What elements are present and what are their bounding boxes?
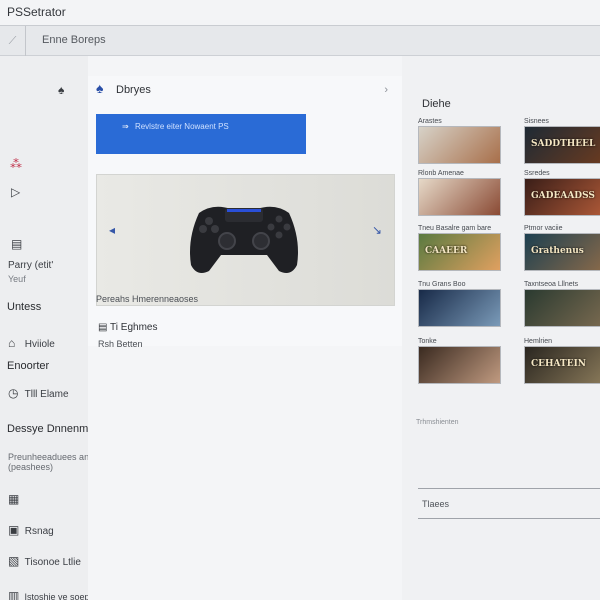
document-icon: ▥ — [8, 589, 20, 600]
feature-title[interactable]: ▤ Ti Eghmes — [98, 322, 157, 333]
sidebar-item-user[interactable]: ▣ Rsnag — [8, 523, 54, 537]
thumbnail-title: CAAEER — [425, 246, 468, 256]
arrow-left-icon[interactable]: ◂ — [109, 223, 115, 237]
sidebar-item-label: Parry (etit' — [8, 260, 54, 271]
sidebar-item-label: Rsnag — [24, 526, 54, 537]
section-caption: Pereahs Hmerenneaoses — [96, 294, 199, 304]
link-icon[interactable]: ⟋ — [0, 26, 26, 56]
user-icon: ▣ — [8, 523, 20, 537]
game-thumbnail[interactable]: Grathenus — [524, 233, 600, 271]
chevron-right-icon[interactable]: › — [384, 84, 388, 96]
controller-image — [190, 206, 298, 273]
panel-title: Dbryes — [116, 84, 151, 96]
section-title: Diehe — [422, 98, 451, 110]
game-thumbnail[interactable] — [418, 346, 501, 384]
game-icon[interactable]: ⁂ — [10, 157, 24, 171]
address-bar[interactable]: ⟋ Enne Boreps — [0, 26, 600, 56]
banner-arrow-icon: ⇒ — [122, 122, 129, 131]
thumbnail-label: Hemlrien — [524, 338, 553, 345]
library-icon: ▧ — [8, 554, 20, 568]
sidebar-item-time[interactable]: ◷ Tlll Elame — [8, 386, 69, 400]
game-thumbnail[interactable]: CAAEER — [418, 233, 501, 271]
thumbnail-title: Grathenus — [531, 246, 584, 256]
sidebar-item-library[interactable]: ▧ Tisonoe Ltlie — [8, 554, 81, 568]
right-panel: Diehe Arastes Sisnees SADDTHEEL Rlonb Amena… — [402, 56, 600, 600]
thumbnail-label: Taxntseoa Lllnets — [524, 281, 579, 288]
footer-label: Tlaees — [422, 499, 450, 509]
controller-hero[interactable]: ◂ ↘ — [96, 174, 395, 306]
thumbnail-title: SADDTHEEL — [531, 139, 596, 149]
sidebar-item-label: Tlll Elame — [24, 389, 69, 400]
main-content: ♠ Dbryes › ⇒ Revlstre eiter Nowaent PS ◂… — [88, 56, 402, 600]
sidebar-item-sublabel: Yeuf — [8, 274, 26, 284]
window-title: PSSetrator — [7, 5, 66, 19]
thumbnail-label: Rlonb Amenae — [418, 170, 464, 177]
thumbnail-label: Ssredes — [524, 170, 550, 177]
playstation-panel: ♠ Dbryes › ⇒ Revlstre eiter Nowaent PS ◂… — [88, 76, 402, 346]
playstation-logo-icon: ♠ — [96, 80, 104, 96]
promo-banner[interactable]: ⇒ Revlstre eiter Nowaent PS — [96, 114, 306, 154]
list-icon: ▤ — [98, 322, 111, 333]
sidebar-item-home[interactable]: ⌂ Hviiole — [8, 336, 55, 350]
thumbnail-title: GADEAADSS — [531, 191, 595, 201]
thumbnail-label: Arastes — [418, 118, 442, 125]
game-thumbnail[interactable] — [418, 289, 501, 327]
divider — [418, 518, 600, 519]
window-titlebar: PSSetrator — [0, 0, 600, 26]
game-thumbnail[interactable]: GADEAADSS — [524, 178, 600, 216]
thumbnail-title: CEHATEIN — [531, 359, 587, 369]
sidebar: ♠ ⁂ ▷ ▤ Parry (etit' Yeuf Untess ⌂ Hviio… — [0, 56, 186, 600]
clock-icon: ◷ — [8, 386, 19, 400]
thumbnail-label: Tnu Grans Boo — [418, 281, 466, 288]
address-text[interactable]: Enne Boreps — [42, 34, 106, 46]
thumbnail-label: Sisnees — [524, 118, 549, 125]
tool-icon[interactable]: ▦ — [8, 492, 22, 506]
save-icon[interactable]: ▤ — [11, 237, 25, 251]
feature-subtitle: Rsh Betten — [98, 339, 143, 349]
sidebar-item-label: Tisonoe Ltlie — [24, 557, 81, 568]
thumbnail-label: Ptmor vaciie — [524, 225, 563, 232]
play-icon[interactable]: ▷ — [11, 185, 25, 199]
game-thumbnail[interactable]: SADDTHEEL — [524, 126, 600, 164]
thumbnail-label: Tonke — [418, 338, 437, 345]
game-thumbnail[interactable] — [418, 178, 501, 216]
home-icon: ⌂ — [8, 336, 16, 350]
game-thumbnail[interactable] — [418, 126, 501, 164]
mini-label: Trhmshienten — [416, 419, 459, 426]
divider — [418, 488, 600, 489]
banner-text: Revlstre eiter Nowaent PS — [134, 122, 229, 131]
sidebar-heading-3: Dessye Dnnenm — [7, 423, 89, 435]
thumbnail-label: Tneu Basalre gam bare — [418, 225, 492, 232]
arrow-right-icon[interactable]: ↘ — [372, 223, 382, 237]
game-thumbnail[interactable] — [524, 289, 600, 327]
sidebar-item-label: Hviiole — [24, 339, 55, 350]
playstation-icon[interactable]: ♠ — [58, 83, 72, 97]
sidebar-heading-1: Untess — [7, 301, 42, 313]
sidebar-item-party[interactable]: Parry (etit' — [8, 260, 53, 271]
sidebar-heading-2: Enoorter — [7, 360, 50, 372]
game-thumbnail[interactable]: CEHATEIN — [524, 346, 600, 384]
